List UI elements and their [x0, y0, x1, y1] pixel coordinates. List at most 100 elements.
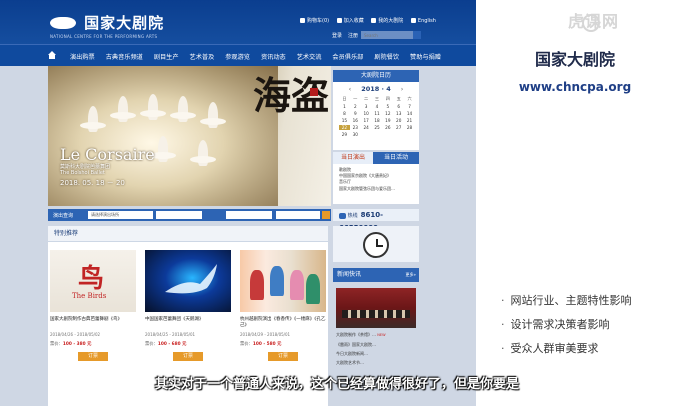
- favorite-icon: [336, 18, 342, 23]
- top-link-favorite[interactable]: 加入收藏: [336, 18, 364, 24]
- calendar-day[interactable]: 19: [382, 118, 393, 123]
- calendar-day[interactable]: 10: [361, 111, 372, 116]
- calendar-day[interactable]: 21: [404, 118, 415, 123]
- nav-item-classical[interactable]: 古典音乐频道: [106, 54, 143, 61]
- nav-item-tickets[interactable]: 演出购票: [70, 54, 95, 61]
- calendar-day-selected[interactable]: 22: [339, 125, 350, 130]
- top-link-english[interactable]: English: [410, 18, 436, 24]
- top-link-cart[interactable]: 购物车(0): [300, 18, 329, 24]
- calendar-day[interactable]: 1: [339, 104, 350, 109]
- news-item[interactable]: 大剧院制作《茶馆》… NEW: [336, 330, 418, 340]
- news-item[interactable]: 大剧院艺术节…: [336, 358, 418, 367]
- list-item[interactable]: 国家大剧院管弦乐团与爱乐团…: [339, 186, 419, 192]
- bullet-item: · 设计需求决策者影响: [501, 318, 610, 331]
- show-card[interactable]: 杭州越剧院演出《春香传》《一缕麻》《孔乙己》 2018/04/29 - 2018…: [240, 250, 326, 361]
- slide-title: 国家大剧院: [534, 50, 615, 69]
- calendar-day[interactable]: 12: [382, 111, 393, 116]
- calendar-day[interactable]: 30: [350, 132, 361, 137]
- watermark: 虎课网: [568, 12, 620, 31]
- login-link[interactable]: 登录: [332, 33, 342, 39]
- calendar-day[interactable]: 26: [382, 125, 393, 130]
- calendar-day[interactable]: 27: [393, 125, 404, 130]
- calendar-next-button[interactable]: ›: [401, 85, 404, 93]
- date-to-input[interactable]: [226, 211, 272, 219]
- calendar-day[interactable]: 11: [372, 111, 383, 116]
- show-price: 票价：100 - 680 元: [145, 342, 187, 347]
- calendar-day[interactable]: 15: [339, 118, 350, 123]
- show-card[interactable]: 中国国家芭蕾舞团《天鹅湖》 2018/04/25 - 2018/05/01 票价…: [145, 250, 231, 361]
- recommend-header: 特别推荐: [48, 226, 328, 242]
- show-name[interactable]: 中国国家芭蕾舞团《天鹅湖》: [145, 317, 231, 329]
- tab-today-event[interactable]: 当日活动: [373, 152, 419, 164]
- ticket-search-button[interactable]: [322, 211, 330, 219]
- calendar-day[interactable]: 29: [339, 132, 350, 137]
- calendar-day[interactable]: 25: [372, 125, 383, 130]
- cart-icon: [300, 18, 305, 23]
- news-item[interactable]: 今日大剧院新闻…: [336, 349, 418, 358]
- calendar-day[interactable]: 20: [393, 118, 404, 123]
- calendar-day[interactable]: 9: [350, 111, 361, 116]
- calendar-day[interactable]: 14: [404, 111, 415, 116]
- site-logo[interactable]: 国家大剧院 NATIONAL CENTRE FOR THE PERFORMING…: [50, 12, 164, 39]
- show-name[interactable]: 国家大剧院制作古典芭蕾舞剧《鸟》: [50, 317, 136, 329]
- calendar-day[interactable]: 16: [350, 118, 361, 123]
- calendar-day[interactable]: 23: [350, 125, 361, 130]
- show-dates: 2018/04/25 - 2018/05/01: [145, 332, 196, 337]
- site-search-input[interactable]: [361, 31, 413, 39]
- register-link[interactable]: 注册: [348, 33, 358, 39]
- calendar-day[interactable]: 13: [393, 111, 404, 116]
- buy-ticket-button[interactable]: 订票: [173, 352, 203, 361]
- nav-item-members[interactable]: 会员俱乐部: [332, 54, 363, 61]
- news-photo[interactable]: [336, 288, 416, 328]
- nav-item-exchange[interactable]: 艺术交流: [297, 54, 322, 61]
- banner-calligraphy: 海盗: [253, 73, 330, 118]
- site-search-button[interactable]: [413, 31, 421, 39]
- calendar-day[interactable]: 3: [361, 104, 372, 109]
- poster-character: 鸟: [78, 264, 105, 294]
- show-name[interactable]: 杭州越剧院演出《春香传》《一缕麻》《孔乙己》: [240, 317, 326, 329]
- bullet-item: · 受众人群审美要求: [501, 342, 599, 355]
- show-poster[interactable]: [145, 250, 231, 312]
- nav-item-dining[interactable]: 剧院餐饮: [374, 54, 399, 61]
- news-item[interactable]: 《雷雨》国家大剧院…: [336, 340, 418, 349]
- ticket-search-label: 演出查询: [53, 213, 74, 219]
- calendar-day[interactable]: 4: [372, 104, 383, 109]
- news-title: 新闻快讯: [337, 271, 362, 278]
- calendar-day[interactable]: 5: [382, 104, 393, 109]
- calendar-day[interactable]: 17: [361, 118, 372, 123]
- clock-icon: [363, 232, 389, 258]
- calendar-day[interactable]: 2: [350, 104, 361, 109]
- calendar-day[interactable]: 18: [372, 118, 383, 123]
- poster-title: The Birds: [72, 292, 107, 300]
- phone-icon: [339, 212, 346, 219]
- nav-item-education[interactable]: 艺术普及: [190, 54, 215, 61]
- nav-item-sponsor[interactable]: 赞助与捐赠: [410, 54, 441, 61]
- home-icon[interactable]: [48, 51, 56, 59]
- buy-ticket-button[interactable]: 订票: [268, 352, 298, 361]
- news-list: 大剧院制作《茶馆》… NEW 《雷雨》国家大剧院… 今日大剧院新闻… 大剧院艺术…: [336, 330, 418, 367]
- news-more-link[interactable]: 更多»: [406, 268, 416, 282]
- keyword-input[interactable]: [276, 211, 320, 219]
- calendar-prev-button[interactable]: ‹: [349, 85, 352, 93]
- tab-today-show[interactable]: 当日演出: [333, 152, 373, 164]
- website-screenshot: 国家大剧院 NATIONAL CENTRE FOR THE PERFORMING…: [0, 0, 476, 406]
- date-from-input[interactable]: [156, 211, 202, 219]
- calendar-day[interactable]: 28: [404, 125, 415, 130]
- slide-panel: 国家大剧院 www.chncpa.org · 网站行业、主题特性影响 · 设计需求决…: [476, 0, 674, 406]
- calendar-day[interactable]: 7: [404, 104, 415, 109]
- logo-english: NATIONAL CENTRE FOR THE PERFORMING ARTS: [50, 34, 158, 39]
- calendar-day[interactable]: 8: [339, 111, 350, 116]
- show-card[interactable]: 鸟 The Birds 国家大剧院制作古典芭蕾舞剧《鸟》 2018/04/26 …: [50, 250, 136, 361]
- venue-select[interactable]: 请选择演出场所: [88, 211, 153, 219]
- calendar-grid: 日一二三四五六 1234567 8 9 10 11 12 13 14 15 16 17 18 19 2…: [339, 96, 415, 137]
- calendar-day[interactable]: 24: [361, 125, 372, 130]
- show-poster[interactable]: 鸟 The Birds: [50, 250, 136, 312]
- show-poster[interactable]: [240, 250, 326, 312]
- buy-ticket-button[interactable]: 订票: [78, 352, 108, 361]
- calendar-day[interactable]: 6: [393, 104, 404, 109]
- nav-item-visit[interactable]: 参观游览: [225, 54, 250, 61]
- nav-item-news[interactable]: 资讯动态: [261, 54, 286, 61]
- top-link-my-account[interactable]: 我的大剧院: [371, 18, 403, 24]
- nav-item-production[interactable]: 剧目生产: [154, 54, 179, 61]
- main-nav: 演出购票 古典音乐频道 剧目生产 艺术普及 参观游览 资讯动态 艺术交流 会员俱…: [0, 44, 476, 66]
